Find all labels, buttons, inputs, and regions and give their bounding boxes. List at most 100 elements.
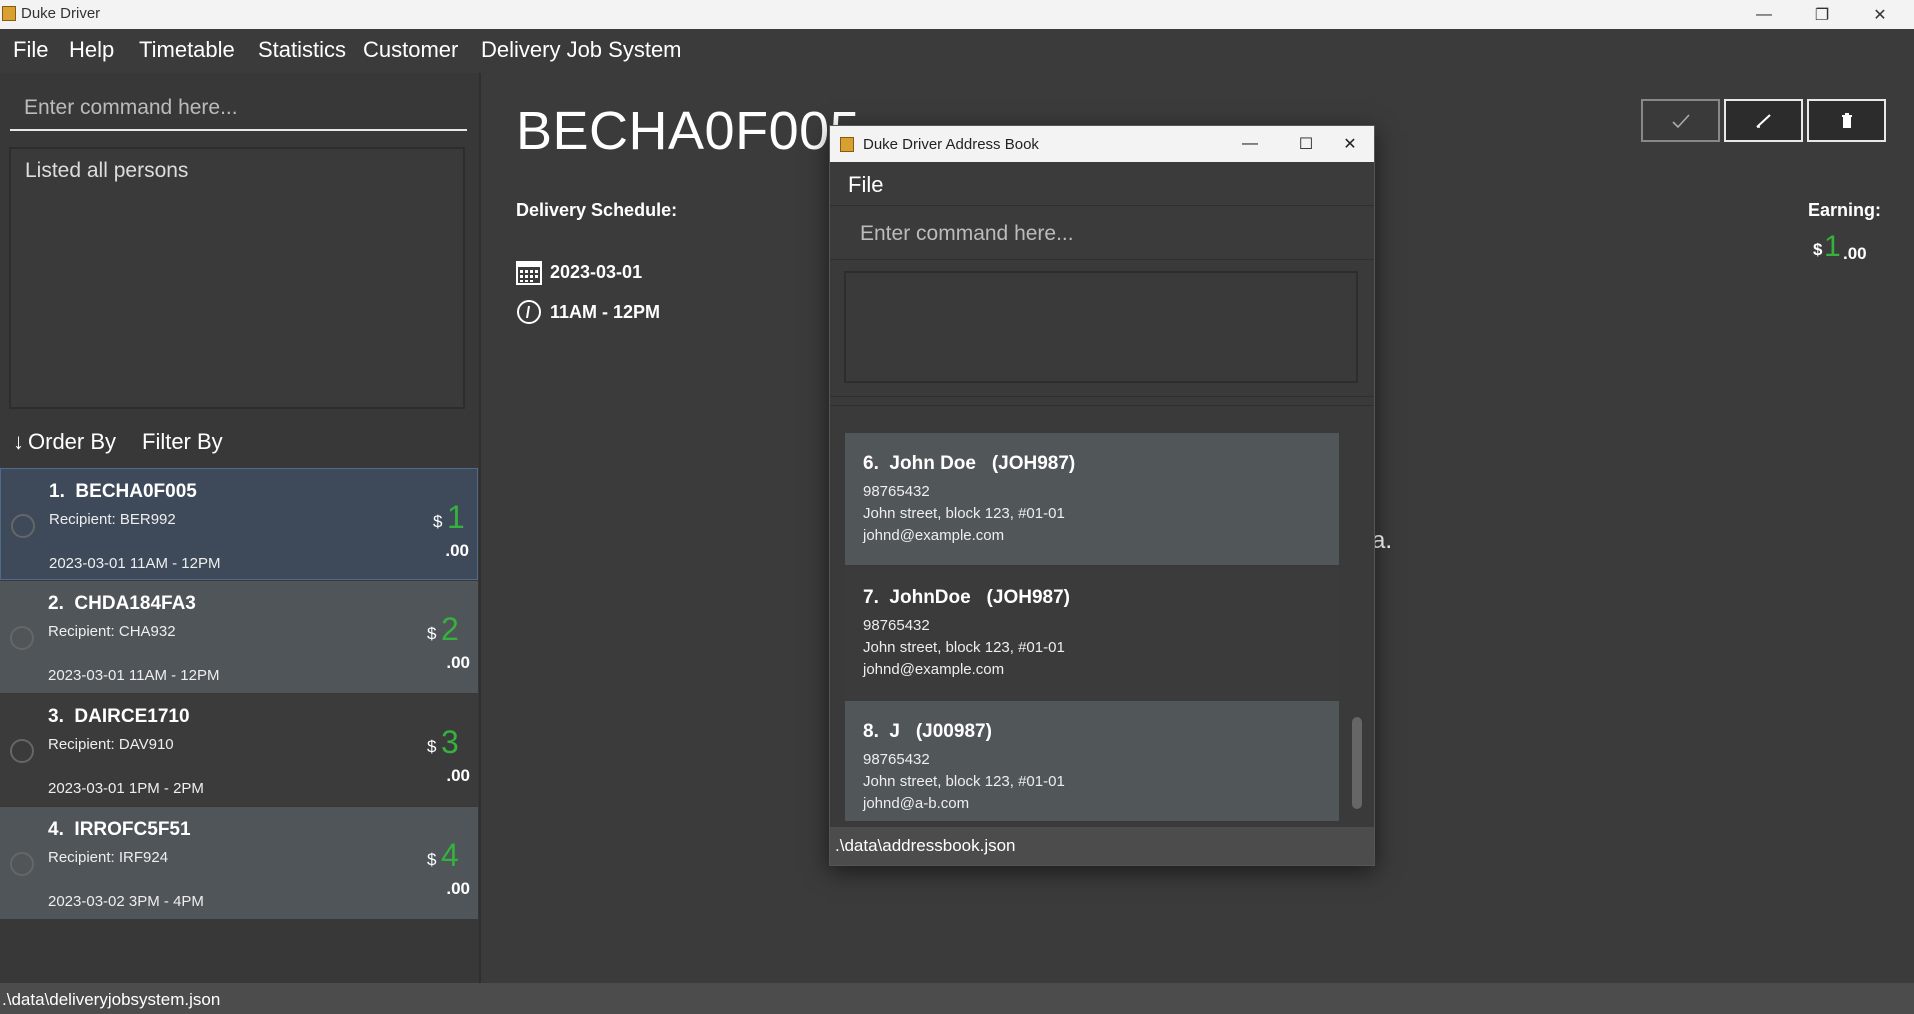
job-card[interactable]: 3. DAIRCE1710 Recipient: DAV910 2023-03-…	[0, 694, 478, 806]
delivery-schedule-label: Delivery Schedule:	[516, 200, 678, 220]
edit-icon	[1755, 113, 1771, 128]
job-complete-radio[interactable]	[11, 514, 35, 538]
person-list-scrollbar[interactable]	[1350, 411, 1364, 821]
person-address: John street, block 123, #01-01	[863, 505, 1065, 522]
minimize-icon[interactable]: —	[1735, 0, 1793, 29]
person-card[interactable]: 7. JohnDoe (JOH987) 98765432 John street…	[845, 567, 1339, 699]
job-recipient: Recipient: IRF924	[48, 849, 169, 866]
address-book-command-row	[830, 208, 1374, 260]
schedule-date: 2023-03-01	[550, 261, 643, 282]
command-result-box: Listed all persons	[9, 147, 465, 409]
close-icon[interactable]: ✕	[1851, 0, 1909, 29]
job-complete-radio[interactable]	[10, 739, 34, 763]
job-complete-radio[interactable]	[10, 626, 34, 650]
app-icon	[840, 137, 854, 152]
person-phone: 98765432	[863, 751, 930, 768]
command-input[interactable]	[10, 87, 467, 131]
close-icon[interactable]: ✕	[1328, 126, 1372, 162]
job-cents: .00	[446, 879, 470, 898]
job-title: 3. DAIRCE1710	[48, 706, 190, 727]
job-title: 1. BECHA0F005	[49, 481, 197, 502]
job-schedule: 2023-03-02 3PM - 4PM	[48, 893, 204, 910]
hidden-background-text: a.	[1372, 527, 1393, 554]
job-currency: $	[433, 512, 443, 531]
delete-icon	[1841, 112, 1852, 128]
job-recipient: Recipient: DAV910	[48, 736, 174, 753]
job-card[interactable]: 1. BECHA0F005 Recipient: BER992 2023-03-…	[0, 468, 478, 580]
job-cents: .00	[446, 653, 470, 672]
menu-delivery-job-system[interactable]: Delivery Job System	[481, 37, 682, 63]
job-title: 4. IRROFC5F51	[48, 819, 191, 840]
job-currency: $	[427, 850, 437, 869]
maximize-icon[interactable]: ☐	[1284, 126, 1328, 162]
menu-bar: File Help Timetable Statistics Customer …	[0, 29, 1914, 73]
job-currency: $	[427, 624, 437, 643]
menu-statistics[interactable]: Statistics	[258, 37, 346, 63]
job-complete-radio[interactable]	[10, 852, 34, 876]
status-path: .\data\deliveryjobsystem.json	[2, 990, 221, 1009]
menu-help[interactable]: Help	[69, 37, 114, 63]
job-recipient: Recipient: CHA932	[48, 623, 176, 640]
earning-amount: 1	[1824, 230, 1841, 263]
address-book-title: Duke Driver Address Book	[863, 136, 1039, 153]
person-email: johnd@example.com	[863, 661, 1005, 678]
address-book-status-path: .\data\addressbook.json	[835, 836, 1016, 855]
job-cents: .00	[445, 541, 469, 560]
address-book-result-box	[844, 271, 1358, 383]
job-card[interactable]: 2. CHDA184FA3 Recipient: CHA932 2023-03-…	[0, 581, 478, 693]
calendar-icon	[516, 261, 542, 285]
menu-file[interactable]: File	[848, 172, 883, 198]
person-name: 7. JohnDoe (JOH987)	[863, 587, 1070, 608]
person-phone: 98765432	[863, 617, 930, 634]
job-amount: 3	[441, 724, 459, 760]
status-bar: .\data\deliveryjobsystem.json	[0, 983, 1914, 1014]
app-icon	[2, 6, 16, 21]
job-detail-title: BECHA0F005	[516, 101, 861, 161]
clock-icon	[517, 300, 541, 324]
complete-button[interactable]	[1641, 99, 1720, 142]
job-amount: 4	[441, 837, 459, 873]
menu-customer[interactable]: Customer	[363, 37, 458, 63]
left-pane: Listed all persons ↓Order By Filter By 1…	[0, 73, 481, 983]
job-cents: .00	[446, 766, 470, 785]
job-currency: $	[427, 737, 437, 756]
scrollbar-thumb[interactable]	[1352, 717, 1362, 809]
schedule-date-row: 2023-03-01	[516, 259, 642, 285]
delete-button[interactable]	[1807, 99, 1886, 142]
menu-file[interactable]: File	[13, 37, 48, 63]
earning-label: Earning:	[1808, 200, 1882, 220]
address-book-title-bar: Duke Driver Address Book — ☐ ✕	[830, 126, 1374, 162]
job-schedule: 2023-03-01 11AM - 12PM	[48, 667, 220, 684]
person-card[interactable]: 8. J (J00987) 98765432 John street, bloc…	[845, 701, 1339, 821]
command-result-text: Listed all persons	[25, 159, 189, 182]
person-email: johnd@example.com	[863, 527, 1005, 544]
order-by-button[interactable]: ↓ Order By	[13, 429, 116, 455]
job-amount: 2	[441, 611, 459, 647]
job-schedule: 2023-03-01 1PM - 2PM	[48, 780, 204, 797]
job-amount: 1	[447, 499, 465, 535]
schedule-time: 11AM - 12PM	[550, 301, 661, 322]
address-book-command-input[interactable]	[844, 214, 1354, 254]
menu-timetable[interactable]: Timetable	[139, 37, 235, 63]
job-card[interactable]: 4. IRROFC5F51 Recipient: IRF924 2023-03-…	[0, 807, 478, 919]
person-list[interactable]: 6. John Doe (JOH987) 98765432 John stree…	[830, 411, 1374, 821]
order-by-label: Order By	[28, 429, 117, 454]
earning-currency: $	[1813, 240, 1823, 259]
minimize-icon[interactable]: —	[1228, 126, 1272, 162]
split-divider[interactable]	[830, 396, 1374, 406]
address-book-menu-bar: File	[830, 162, 1374, 206]
person-card[interactable]: 6. John Doe (JOH987) 98765432 John stree…	[845, 433, 1339, 565]
person-email: johnd@a-b.com	[863, 795, 970, 812]
restore-icon[interactable]: ❐	[1793, 0, 1851, 29]
filter-by-button[interactable]: Filter By	[142, 429, 223, 455]
job-recipient: Recipient: BER992	[49, 511, 176, 528]
check-icon	[1671, 113, 1690, 128]
schedule-time-row: 11AM - 12PM	[516, 299, 660, 325]
edit-button[interactable]	[1724, 99, 1803, 142]
person-name: 6. John Doe (JOH987)	[863, 453, 1076, 474]
person-phone: 98765432	[863, 483, 930, 500]
person-name: 8. J (J00987)	[863, 721, 992, 742]
earning-cents: .00	[1843, 244, 1867, 263]
job-title: 2. CHDA184FA3	[48, 593, 196, 614]
person-address: John street, block 123, #01-01	[863, 773, 1065, 790]
